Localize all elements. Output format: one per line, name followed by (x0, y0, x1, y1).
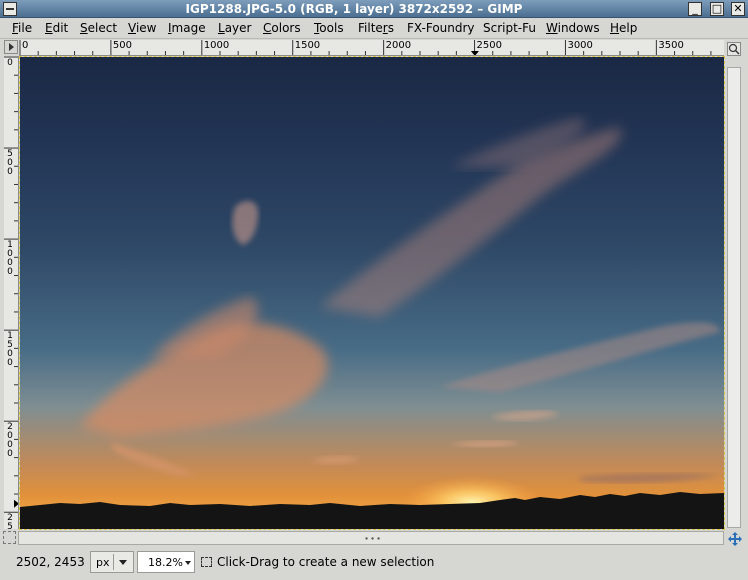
quick-mask-toggle[interactable] (3, 531, 16, 544)
ruler-label: 1500 (294, 40, 321, 51)
ruler-label: 3000 (567, 40, 593, 51)
zoom-to-fit-button[interactable] (727, 42, 741, 56)
status-bar: 2502, 2453 px 18.2% Click-Drag to create… (0, 547, 748, 580)
menu-view[interactable]: View (128, 21, 156, 36)
ruler-label: 500 (112, 40, 132, 51)
ruler-label: 2500 (7, 513, 13, 529)
menu-image[interactable]: Image (168, 21, 206, 36)
ruler-label: 1000 (203, 40, 230, 51)
photo-clouds-and-treeline (20, 117, 724, 529)
menu-tools[interactable]: Tools (314, 21, 344, 36)
status-hint: Click-Drag to create a new selection (217, 555, 435, 569)
chevron-down-icon (119, 560, 127, 565)
rect-select-icon (201, 557, 212, 567)
maximize-button[interactable]: □ (710, 2, 724, 16)
menu-bar: File Edit Select View Image Layer Colors Tools F… (0, 18, 748, 39)
unit-value: px (96, 556, 110, 569)
menu-filters[interactable]: Filters (358, 21, 394, 36)
navigate-icon[interactable] (727, 531, 743, 547)
unit-select[interactable]: px (90, 551, 134, 573)
menu-edit[interactable]: Edit (45, 21, 68, 36)
horizontal-ruler[interactable]: 0 500 1000 1500 2000 2500 3000 3500 (19, 40, 724, 56)
ruler-label: 0 (7, 58, 13, 68)
ruler-label: 3500 (658, 40, 684, 51)
ruler-label: 2000 (7, 422, 13, 460)
image-canvas[interactable] (19, 56, 725, 530)
menu-help[interactable]: Help (610, 21, 637, 36)
zoom-fit-icon (728, 43, 740, 55)
zoom-select[interactable]: 18.2% (137, 551, 195, 573)
title-bar: IGP1288.JPG-5.0 (RGB, 1 layer) 3872x2592… (0, 0, 748, 18)
menu-file[interactable]: File (12, 21, 32, 36)
close-button[interactable]: ✕ (731, 2, 745, 16)
ruler-label: 2500 (476, 40, 502, 51)
vertical-scroll-thumb[interactable] (728, 68, 740, 527)
window-menu-icon[interactable] (3, 2, 17, 16)
menu-select[interactable]: Select (80, 21, 117, 36)
ruler-label: 2000 (385, 40, 412, 51)
menu-script-fu[interactable]: Script-Fu (483, 21, 536, 36)
ruler-label: 500 (7, 149, 13, 178)
horizontal-scrollbar[interactable]: ∙∙∙ (18, 531, 724, 545)
zoom-value: 18.2% (148, 556, 183, 569)
window-title: IGP1288.JPG-5.0 (RGB, 1 layer) 3872x2592… (185, 2, 523, 16)
ruler-menu-button[interactable] (4, 40, 18, 54)
chevron-down-icon (185, 561, 191, 565)
ruler-label: 1000 (7, 240, 13, 278)
ruler-label: 0 (22, 40, 29, 51)
menu-layer[interactable]: Layer (218, 21, 251, 36)
pointer-position-marker (470, 51, 479, 55)
menu-windows[interactable]: Windows (546, 21, 600, 36)
horizontal-scroll-grip[interactable]: ∙∙∙ (364, 535, 382, 543)
menu-colors[interactable]: Colors (263, 21, 301, 36)
ruler-label: 1500 (7, 331, 13, 369)
pointer-coordinates: 2502, 2453 (16, 555, 85, 569)
vertical-scroll-trough[interactable] (727, 67, 741, 528)
menu-fx-foundry[interactable]: FX-Foundry (407, 21, 475, 36)
minimize-button[interactable]: _ (688, 2, 702, 16)
vertical-scrollbar[interactable] (725, 40, 743, 530)
pointer-position-marker (14, 499, 18, 508)
vertical-ruler[interactable]: 0 500 1000 1500 2000 2500 (4, 56, 19, 529)
